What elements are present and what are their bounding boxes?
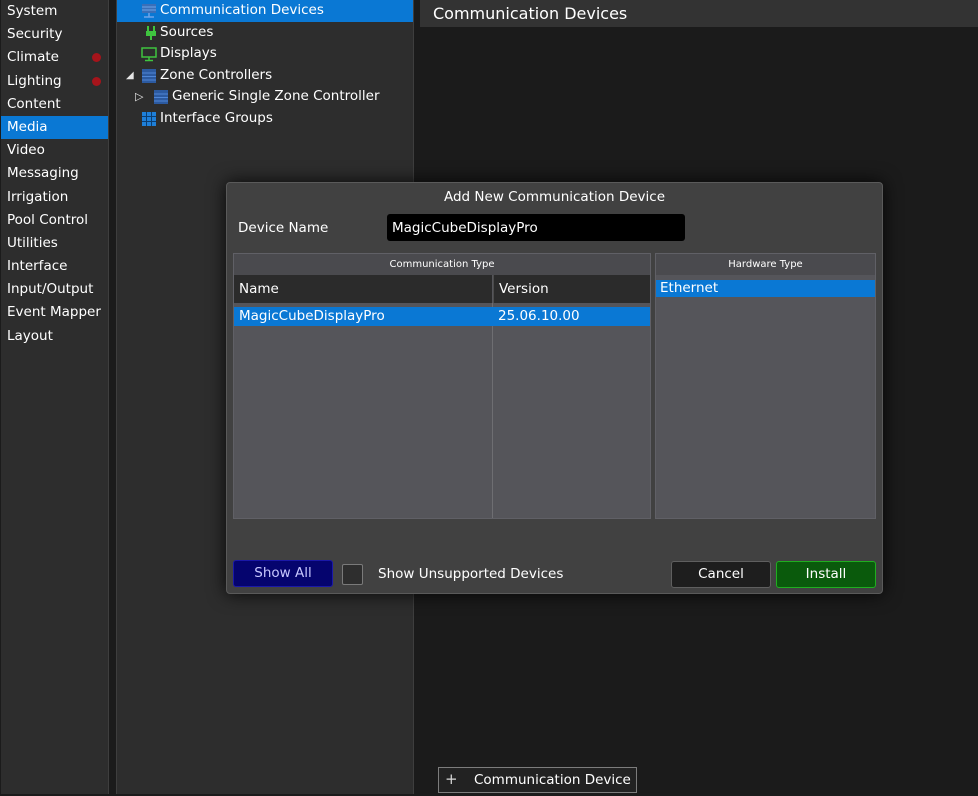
column-header-version[interactable]: Version <box>493 275 650 303</box>
install-button[interactable]: Install <box>776 561 876 588</box>
communication-type-panel: Communication Type Name Version MagicCub… <box>233 253 651 519</box>
tree-item-label: Sources <box>160 23 214 40</box>
plus-icon: + <box>445 770 458 788</box>
show-unsupported-label: Show Unsupported Devices <box>378 566 564 582</box>
cancel-button[interactable]: Cancel <box>671 561 771 588</box>
device-name-label: Device Name <box>238 220 329 236</box>
nav-item-label: Irrigation <box>7 188 69 205</box>
nav-item-content[interactable]: Content <box>1 93 108 116</box>
monitor-icon <box>141 47 157 62</box>
add-communication-device-button[interactable]: + Communication Device <box>438 767 637 793</box>
nav-item-layout[interactable]: Layout <box>1 325 108 348</box>
nav-item-messaging[interactable]: Messaging <box>1 162 108 185</box>
column-divider <box>492 303 493 518</box>
cell-name: MagicCubeDisplayPro <box>239 308 385 324</box>
hardware-type-label: Ethernet <box>660 280 719 296</box>
category-sidebar: System Security Climate Lighting Content… <box>1 0 109 794</box>
nav-item-pool-control[interactable]: Pool Control <box>1 209 108 232</box>
network-icon <box>142 4 156 18</box>
dialog-title: Add New Communication Device <box>443 189 666 205</box>
nav-item-system[interactable]: System <box>1 0 108 23</box>
tree-item-communication-devices[interactable]: Communication Devices <box>117 0 413 22</box>
communication-type-header: Communication Type <box>234 254 650 275</box>
tree-item-generic-single-zone-controller[interactable]: ▷ Generic Single Zone Controller <box>117 86 413 108</box>
show-all-button[interactable]: Show All <box>233 560 333 587</box>
tree-item-label: Generic Single Zone Controller <box>172 88 380 105</box>
add-button-label: Communication Device <box>474 772 631 788</box>
show-unsupported-checkbox[interactable] <box>342 564 363 585</box>
nav-item-irrigation[interactable]: Irrigation <box>1 186 108 209</box>
nav-item-label: Interface <box>7 258 68 275</box>
tree-item-zone-controllers[interactable]: ◢ Zone Controllers <box>117 65 413 87</box>
collapsed-arrow-icon[interactable]: ▷ <box>135 86 143 108</box>
nav-item-event-mapper[interactable]: Event Mapper <box>1 301 108 324</box>
expanded-arrow-icon[interactable]: ◢ <box>126 65 134 87</box>
tree-item-label: Zone Controllers <box>160 66 273 83</box>
tree-item-label: Displays <box>160 45 217 62</box>
hardware-type-panel: Hardware Type Ethernet <box>655 253 876 519</box>
nav-item-label: Pool Control <box>7 211 89 228</box>
nav-item-security[interactable]: Security <box>1 23 108 46</box>
main-header: Communication Devices <box>420 0 978 27</box>
nav-item-video[interactable]: Video <box>1 139 108 162</box>
nav-item-lighting[interactable]: Lighting <box>1 70 108 93</box>
page-title: Communication Devices <box>433 4 628 23</box>
nav-item-label: System <box>7 3 58 19</box>
add-communication-device-dialog: Add New Communication Device Device Name… <box>226 182 883 594</box>
column-header-name[interactable]: Name <box>234 275 492 303</box>
tree-item-displays[interactable]: Displays <box>117 43 413 65</box>
grid-icon <box>142 111 156 126</box>
list-item[interactable]: Ethernet <box>656 280 875 297</box>
zone-controller-icon <box>154 90 168 105</box>
device-name-input[interactable] <box>387 214 685 241</box>
nav-item-label: Input/Output <box>7 281 94 298</box>
plug-icon <box>146 25 156 40</box>
cell-version: 25.06.10.00 <box>498 308 580 324</box>
nav-item-label: Media <box>7 118 48 135</box>
nav-item-label: Utilities <box>7 234 58 251</box>
nav-item-utilities[interactable]: Utilities <box>1 232 108 255</box>
alert-dot-icon <box>92 53 101 63</box>
nav-item-label: Climate <box>7 49 59 66</box>
tree-item-sources[interactable]: Sources <box>117 22 413 44</box>
nav-item-label: Event Mapper <box>7 304 101 321</box>
hardware-type-header: Hardware Type <box>656 254 875 275</box>
nav-item-climate[interactable]: Climate <box>1 46 108 69</box>
nav-item-label: Content <box>7 95 61 112</box>
tree-item-label: Interface Groups <box>160 109 273 126</box>
zone-controller-icon <box>142 68 156 83</box>
nav-item-label: Video <box>7 142 45 159</box>
nav-item-label: Security <box>7 26 63 43</box>
nav-item-media[interactable]: Media <box>1 115 108 140</box>
table-row[interactable]: MagicCubeDisplayPro 25.06.10.00 <box>234 307 650 326</box>
nav-item-label: Lighting <box>7 72 62 89</box>
nav-item-label: Layout <box>7 327 53 344</box>
tree-item-interface-groups[interactable]: Interface Groups <box>117 108 413 130</box>
nav-item-input-output[interactable]: Input/Output <box>1 278 108 301</box>
tree-item-label: Communication Devices <box>160 2 324 18</box>
nav-item-label: Messaging <box>7 165 79 182</box>
nav-item-interface[interactable]: Interface <box>1 255 108 278</box>
alert-dot-icon <box>92 76 101 86</box>
